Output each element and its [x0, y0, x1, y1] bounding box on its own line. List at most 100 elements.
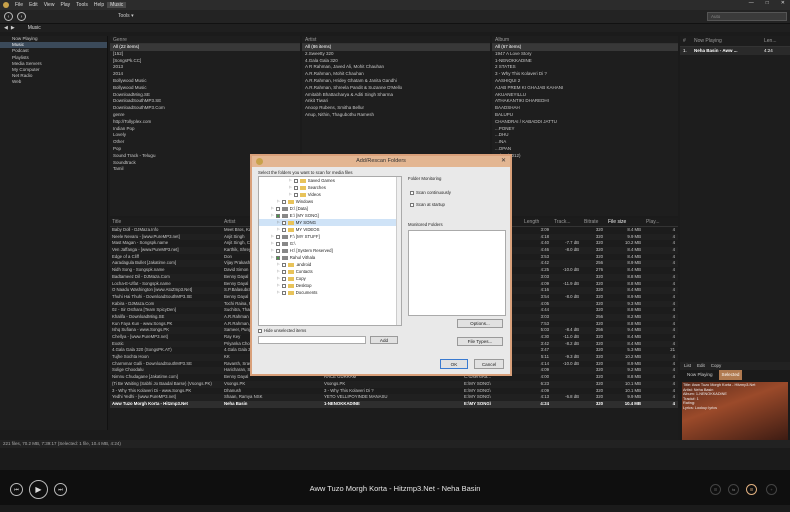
folder-checkbox[interactable] — [281, 269, 286, 274]
folder-checkbox[interactable] — [281, 283, 286, 288]
genre-item[interactable]: [152] — [110, 51, 300, 58]
folder-row[interactable]: ▷ Videos — [259, 191, 401, 198]
scan-at-startup-checkbox[interactable]: Scan at startup — [410, 202, 445, 207]
album-item[interactable]: ...PONEY — [492, 126, 678, 133]
tools-menu[interactable]: Tools ▾ — [118, 13, 134, 19]
folder-row[interactable]: ▷ G:\ — [259, 240, 401, 247]
playlist-icon[interactable]: ☰ — [746, 484, 757, 495]
menu-item-music[interactable]: Music — [107, 2, 127, 8]
scan-continuously-checkbox[interactable]: Scan continuously — [410, 190, 451, 195]
album-item[interactable]: ATHAKANTIKI DHAREDHI — [492, 98, 678, 105]
folder-row[interactable]: ▷ Windows — [259, 198, 401, 205]
menu-item-help[interactable]: Help — [91, 2, 107, 8]
volume-icon[interactable]: + — [766, 484, 777, 495]
col-now-playing[interactable]: Now Playing — [694, 36, 764, 46]
monitored-folders-list[interactable] — [408, 230, 506, 316]
panel-tab[interactable]: Edit — [697, 362, 705, 370]
artist-item[interactable]: Anup, Nithin, Thagubothu Ramesh — [302, 112, 490, 119]
expand-icon[interactable]: ▷ — [277, 219, 280, 226]
artist-item[interactable]: 2.Sweetty 320 — [302, 51, 490, 58]
folder-checkbox[interactable] — [275, 234, 280, 239]
play-icon[interactable]: ▶ — [29, 480, 48, 499]
artist-item[interactable]: 4.Gala Gala 320 — [302, 58, 490, 65]
album-item[interactable]: ...dan (2012) — [492, 153, 678, 160]
genre-item[interactable]: [SongsPk.CC] — [110, 58, 300, 65]
genre-item[interactable]: Bollywood Music — [110, 85, 300, 92]
expand-icon[interactable]: ▷ — [289, 177, 292, 184]
table-row[interactable]: Aww Tuzo Morgh Korta - Hitzmp3.Net Neha B… — [110, 400, 678, 408]
genre-item[interactable]: Bollywood Music — [110, 78, 300, 85]
now-playing-row[interactable]: 1. Neha Basin - Aww ... 4:24 — [680, 47, 790, 55]
genre-item[interactable]: genre — [110, 112, 300, 119]
folder-row[interactable]: ▷ .android — [259, 261, 401, 268]
album-item[interactable]: ...INA — [492, 139, 678, 146]
artist-item[interactable]: A R Rahman, Javed Ali, Mohit Chauhan — [302, 64, 490, 71]
col-length[interactable]: Len... — [764, 36, 777, 46]
genre-item[interactable]: 2014 — [110, 71, 300, 78]
folder-checkbox[interactable] — [293, 178, 298, 183]
folder-row[interactable]: ▷ Desktop — [259, 282, 401, 289]
ok-button[interactable]: OK — [440, 359, 468, 369]
folder-checkbox[interactable] — [275, 255, 280, 260]
panel-tab[interactable]: List — [684, 362, 691, 370]
table-row[interactable]: 3 - Why This Kolaveri Di - www.Songs.PK D… — [110, 388, 678, 395]
genre-item[interactable]: Pop — [110, 146, 300, 153]
search-input[interactable]: Auto — [707, 12, 787, 21]
close-icon[interactable]: ✕ — [501, 156, 506, 167]
album-item[interactable]: ...DHU — [492, 132, 678, 139]
folder-checkbox[interactable] — [275, 241, 280, 246]
folder-row[interactable]: ▷ Documents — [259, 289, 401, 296]
folder-checkbox[interactable] — [281, 227, 286, 232]
expand-icon[interactable]: ▷ — [271, 254, 274, 261]
folder-checkbox[interactable] — [275, 213, 280, 218]
hide-unselected-checkbox[interactable]: Hide unselected items — [258, 328, 306, 333]
folder-row[interactable]: ▷ Rahul Vithala — [259, 254, 401, 261]
album-item[interactable]: AASHIQUI 2 — [492, 78, 678, 85]
forward-icon[interactable]: › — [17, 12, 26, 21]
album-item[interactable]: 3 - Why This Kolaveri Di ? — [492, 71, 678, 78]
folder-row[interactable]: ▷ Searches — [259, 184, 401, 191]
genre-item[interactable]: 2013 — [110, 64, 300, 71]
expand-icon[interactable]: ▷ — [271, 205, 274, 212]
artist-item[interactable]: All (86 items) — [302, 44, 490, 51]
folder-row[interactable]: ▷ Saved Games — [259, 177, 401, 184]
scrollbar[interactable] — [396, 177, 401, 325]
folder-checkbox[interactable] — [281, 290, 286, 295]
album-item[interactable]: AKUANEYILLU — [492, 92, 678, 99]
folder-row[interactable]: ▷ H:\ [System Reserved] — [259, 247, 401, 254]
expand-icon[interactable]: ▷ — [277, 282, 280, 289]
folder-row[interactable]: ▷ MY VIDEOS — [259, 226, 401, 233]
col-header[interactable]: Bitrate — [582, 218, 606, 226]
folder-checkbox[interactable] — [281, 220, 286, 225]
close-icon[interactable]: ✕ — [778, 0, 788, 6]
menu-item-tools[interactable]: Tools — [73, 2, 91, 8]
table-row[interactable]: (Ti Be Waiting (Sabhi Jo Baadal Barse) (… — [110, 380, 678, 388]
cancel-button[interactable]: Cancel — [474, 359, 504, 369]
expand-icon[interactable]: ▷ — [277, 198, 280, 205]
minimize-icon[interactable]: — — [746, 0, 757, 6]
forward-icon[interactable]: ▶ — [11, 25, 15, 31]
album-item[interactable]: AJAB PREM KI GHAJAB KAHANI — [492, 85, 678, 92]
menu-item-edit[interactable]: Edit — [26, 2, 41, 8]
folder-row[interactable]: ▷ Copy — [259, 275, 401, 282]
previous-icon[interactable]: ⏮ — [10, 483, 23, 496]
genre-item[interactable]: DownloadSouthMP3.SE — [110, 98, 300, 105]
album-item[interactable]: BALUPU — [492, 112, 678, 119]
options-button[interactable]: Options... — [457, 319, 503, 328]
folder-row[interactable]: ▷ F:\ [MY STUFF] — [259, 233, 401, 240]
artist-item[interactable]: A.R.Rahman, Shreela Pandit & Suzanne D'M… — [302, 85, 490, 92]
equalizer-icon[interactable]: ☰ — [710, 484, 721, 495]
expand-icon[interactable]: ▷ — [271, 247, 274, 254]
folder-row[interactable]: ▷ D:\ [Data] — [259, 205, 401, 212]
genre-item[interactable]: All (22 items) — [110, 44, 300, 51]
tab-music[interactable]: Music — [18, 25, 41, 31]
panel-subtab[interactable]: Selected — [718, 370, 743, 380]
folder-path-input[interactable] — [258, 336, 366, 344]
menu-item-play[interactable]: Play — [57, 2, 73, 8]
expand-icon[interactable]: ▷ — [277, 289, 280, 296]
album-item[interactable]: 1-NENOKKADINE — [492, 58, 678, 65]
expand-icon[interactable]: ▷ — [277, 268, 280, 275]
menu-item-file[interactable]: File — [12, 2, 26, 8]
col-header[interactable]: Length — [522, 218, 552, 226]
folder-checkbox[interactable] — [293, 185, 298, 190]
